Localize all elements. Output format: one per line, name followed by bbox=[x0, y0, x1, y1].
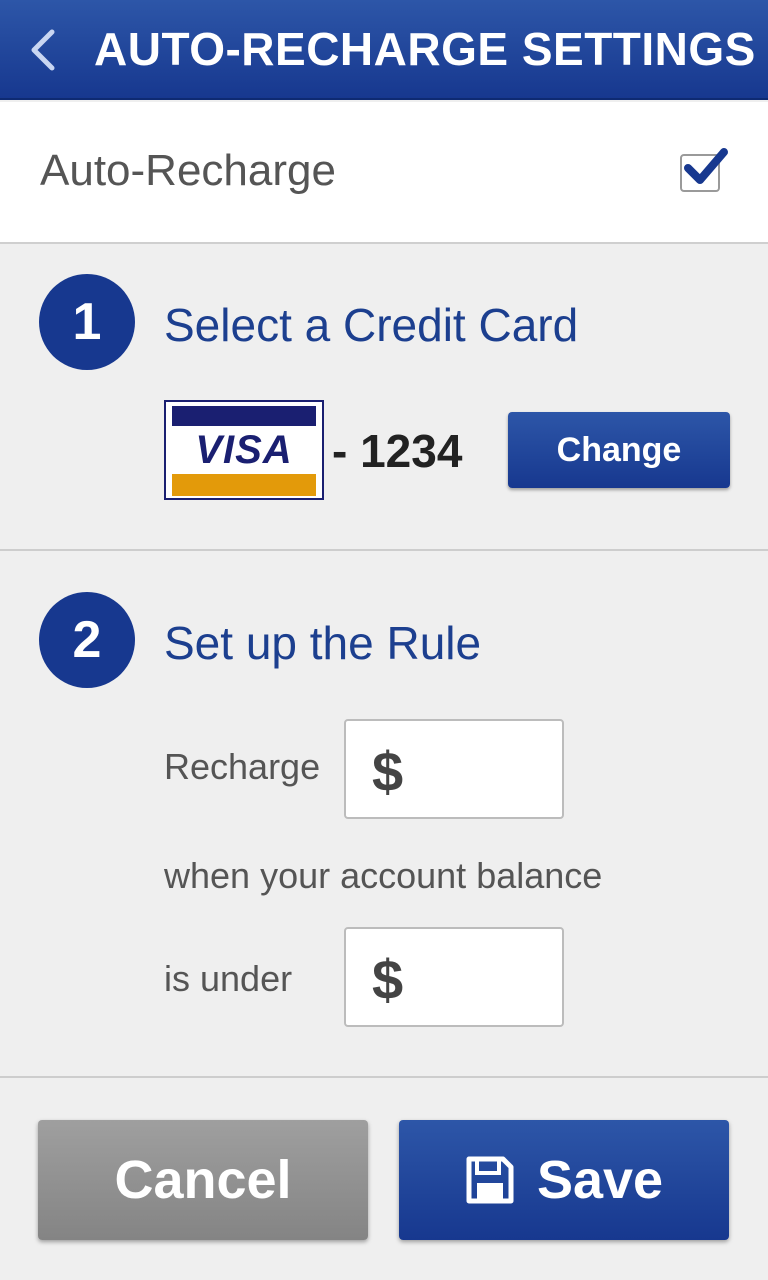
page-title: AUTO-RECHARGE SETTINGS bbox=[94, 23, 756, 75]
recharge-label: Recharge bbox=[164, 746, 321, 787]
visa-card-bottom-stripe bbox=[172, 474, 316, 496]
chevron-left-icon[interactable] bbox=[26, 26, 62, 74]
is-under-label: is under bbox=[164, 958, 293, 999]
cancel-button[interactable]: Cancel bbox=[38, 1120, 368, 1240]
recharge-amount-input[interactable] bbox=[426, 741, 554, 799]
step-2-badge: 2 bbox=[39, 592, 135, 688]
auto-recharge-row: Auto-Recharge bbox=[0, 102, 768, 244]
change-card-button[interactable]: Change bbox=[508, 412, 730, 488]
recharge-amount-field[interactable]: $ bbox=[344, 719, 564, 819]
visa-logo-text: VISA bbox=[195, 428, 293, 472]
visa-card-icon: VISA bbox=[164, 400, 324, 500]
currency-symbol: $ bbox=[372, 740, 404, 803]
threshold-amount-field[interactable]: $ bbox=[344, 927, 564, 1027]
visa-card-top-stripe bbox=[172, 406, 316, 426]
section-divider bbox=[0, 549, 768, 551]
auto-recharge-label: Auto-Recharge bbox=[40, 146, 336, 195]
threshold-amount-input[interactable] bbox=[426, 949, 554, 1007]
section-divider bbox=[0, 1076, 768, 1078]
auto-recharge-checkbox[interactable] bbox=[680, 154, 720, 192]
cancel-button-label: Cancel bbox=[114, 1150, 292, 1210]
save-button[interactable]: Save bbox=[399, 1120, 729, 1240]
step-1-badge: 1 bbox=[39, 274, 135, 370]
floppy-disk-icon bbox=[466, 1156, 514, 1204]
balance-condition-text: when your account balance bbox=[164, 855, 603, 896]
card-number: - 1234 bbox=[332, 425, 463, 477]
save-button-label: Save bbox=[536, 1150, 664, 1210]
step-1-title: Select a Credit Card bbox=[164, 299, 579, 351]
currency-symbol: $ bbox=[372, 948, 404, 1011]
step-2-title: Set up the Rule bbox=[164, 617, 482, 669]
app-bar: AUTO-RECHARGE SETTINGS bbox=[0, 0, 768, 100]
